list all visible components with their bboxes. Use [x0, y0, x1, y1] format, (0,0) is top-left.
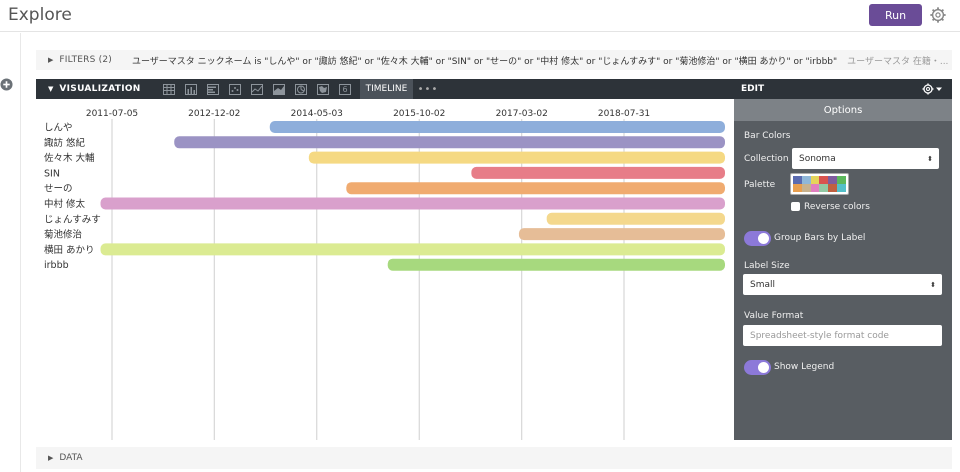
palette-color-2 — [810, 176, 820, 184]
column-chart-icon[interactable] — [180, 79, 202, 99]
select-arrow-icon: ⬍ — [930, 280, 936, 289]
row-label: 菊池修治 — [44, 229, 82, 241]
tick-label: 2017-03-02 — [496, 109, 548, 119]
edit-panel: Options Bar Colors Collection Sonoma ⬍ P… — [734, 99, 952, 440]
palette-color-1 — [801, 176, 811, 184]
timeline-chart: 2011-07-05 2012-12-02 2014-05-03 2015-10-02… — [36, 99, 734, 440]
timeline-svg: 2011-07-05 2012-12-02 2014-05-03 2015-10-02… — [44, 109, 726, 440]
timeline-bar[interactable] — [269, 121, 725, 133]
gear-icon[interactable] — [929, 6, 947, 24]
tick-label: 2012-12-02 — [188, 109, 240, 119]
label-size-select[interactable]: Small ⬍ — [743, 274, 942, 295]
page-title: Explore — [8, 5, 72, 25]
timeline-bar[interactable] — [100, 197, 725, 210]
palette-color-9 — [819, 184, 829, 192]
palette-color-7 — [801, 184, 811, 192]
select-arrow-icon: ⬍ — [927, 154, 933, 163]
row-label: じょんすみす — [44, 214, 101, 225]
group-bars-label: Group Bars by Label — [774, 233, 866, 243]
bar-colors-label: Bar Colors — [744, 131, 791, 141]
show-legend-toggle[interactable] — [744, 360, 771, 375]
label-size-value: Small — [750, 279, 775, 290]
palette-color-10 — [828, 184, 838, 192]
row-label: 佐々木 大輔 — [44, 152, 95, 164]
palette-color-6 — [793, 184, 802, 192]
left-rail — [0, 33, 21, 472]
value-format-input[interactable]: Spreadsheet-style format code — [743, 325, 942, 346]
single-value-glyph: 6 — [342, 84, 348, 94]
collection-select[interactable]: Sonoma ⬍ — [792, 148, 939, 169]
timeline-bar[interactable] — [100, 243, 725, 256]
palette-color-11 — [837, 184, 846, 192]
tab-options[interactable]: Options — [734, 99, 952, 121]
single-value-icon[interactable]: 6 — [334, 79, 356, 99]
timeline-bar[interactable] — [518, 228, 725, 241]
palette-label: Palette — [744, 180, 776, 190]
bar-chart-icon[interactable] — [202, 79, 224, 99]
timeline-bar[interactable] — [387, 258, 725, 271]
run-button[interactable]: Run — [869, 4, 922, 26]
caret-right-icon[interactable]: ▶ — [48, 56, 53, 64]
row-label: しんや — [44, 123, 73, 134]
filters-summary: ユーザーマスタ ニックネーム is "しんや" or "諏訪 悠紀" or "佐… — [131, 56, 838, 67]
timeline-bar[interactable] — [546, 212, 725, 225]
area-chart-icon[interactable] — [268, 79, 290, 99]
data-label[interactable]: DATA — [59, 453, 82, 463]
edit-gear-icon[interactable] — [920, 81, 946, 97]
show-legend-label: Show Legend — [774, 362, 835, 372]
toggle-knob — [758, 233, 769, 244]
top-bar: Explore Run — [0, 0, 960, 32]
timeline-bar[interactable] — [308, 151, 725, 164]
visualization-toolbar: 6 TIMELINE ••• — [158, 79, 443, 99]
visualization-label[interactable]: VISUALIZATION — [59, 84, 140, 94]
reverse-colors-checkbox[interactable] — [791, 202, 800, 211]
timeline-bar[interactable] — [174, 136, 726, 149]
edit-header: EDIT — [734, 79, 952, 99]
palette-color-8 — [810, 184, 820, 192]
data-section[interactable]: ▶ DATA — [36, 447, 952, 469]
caret-right-icon[interactable]: ▶ — [48, 454, 53, 462]
reverse-colors-label: Reverse colors — [804, 202, 870, 212]
filters-summary-2: ユーザーマスタ 在籍・... — [847, 56, 949, 67]
palette-color-0 — [793, 176, 802, 184]
row-label: irbbb — [44, 260, 69, 271]
row-label: 諏訪 悠紀 — [44, 137, 86, 149]
scatter-icon[interactable] — [224, 79, 246, 99]
row-label: せーの — [44, 184, 73, 195]
map-icon[interactable] — [312, 79, 334, 99]
tab-timeline[interactable]: TIMELINE — [360, 79, 413, 99]
value-format-label: Value Format — [744, 311, 804, 321]
timeline-bar[interactable] — [471, 166, 725, 179]
palette-color-3 — [819, 176, 829, 184]
caret-down-icon[interactable]: ▼ — [48, 85, 53, 93]
palette-color-5 — [837, 176, 846, 184]
pie-chart-icon[interactable] — [290, 79, 312, 99]
tick-label: 2018-07-31 — [598, 109, 650, 119]
filters-label[interactable]: FILTERS (2) — [59, 55, 112, 65]
label-size-label: Label Size — [744, 261, 790, 271]
tick-label: 2015-10-02 — [393, 109, 445, 119]
add-field-icon[interactable] — [0, 78, 13, 91]
visualization-header[interactable]: ▼ VISUALIZATION 6 TIMELINE ••• — [36, 79, 734, 99]
palette-swatch[interactable] — [790, 173, 849, 195]
timeline-bar[interactable] — [346, 182, 725, 195]
palette-color-4 — [828, 176, 838, 184]
edit-label: EDIT — [741, 84, 765, 94]
collection-value: Sonoma — [799, 153, 836, 164]
tick-label: 2014-05-03 — [291, 109, 343, 119]
toggle-knob — [758, 362, 769, 373]
row-label: 横田 あかり — [44, 244, 95, 256]
table-icon[interactable] — [158, 79, 180, 99]
tick-label: 2011-07-05 — [86, 109, 138, 119]
row-label: SIN — [44, 168, 60, 179]
group-bars-toggle[interactable] — [744, 231, 771, 246]
filters-bar[interactable]: ▶ FILTERS (2) ユーザーマスタ ニックネーム is "しんや" or… — [36, 50, 952, 70]
row-label: 中村 修太 — [44, 198, 86, 210]
line-chart-icon[interactable] — [246, 79, 268, 99]
collection-label: Collection — [744, 154, 789, 164]
more-options-icon[interactable]: ••• — [413, 79, 443, 99]
